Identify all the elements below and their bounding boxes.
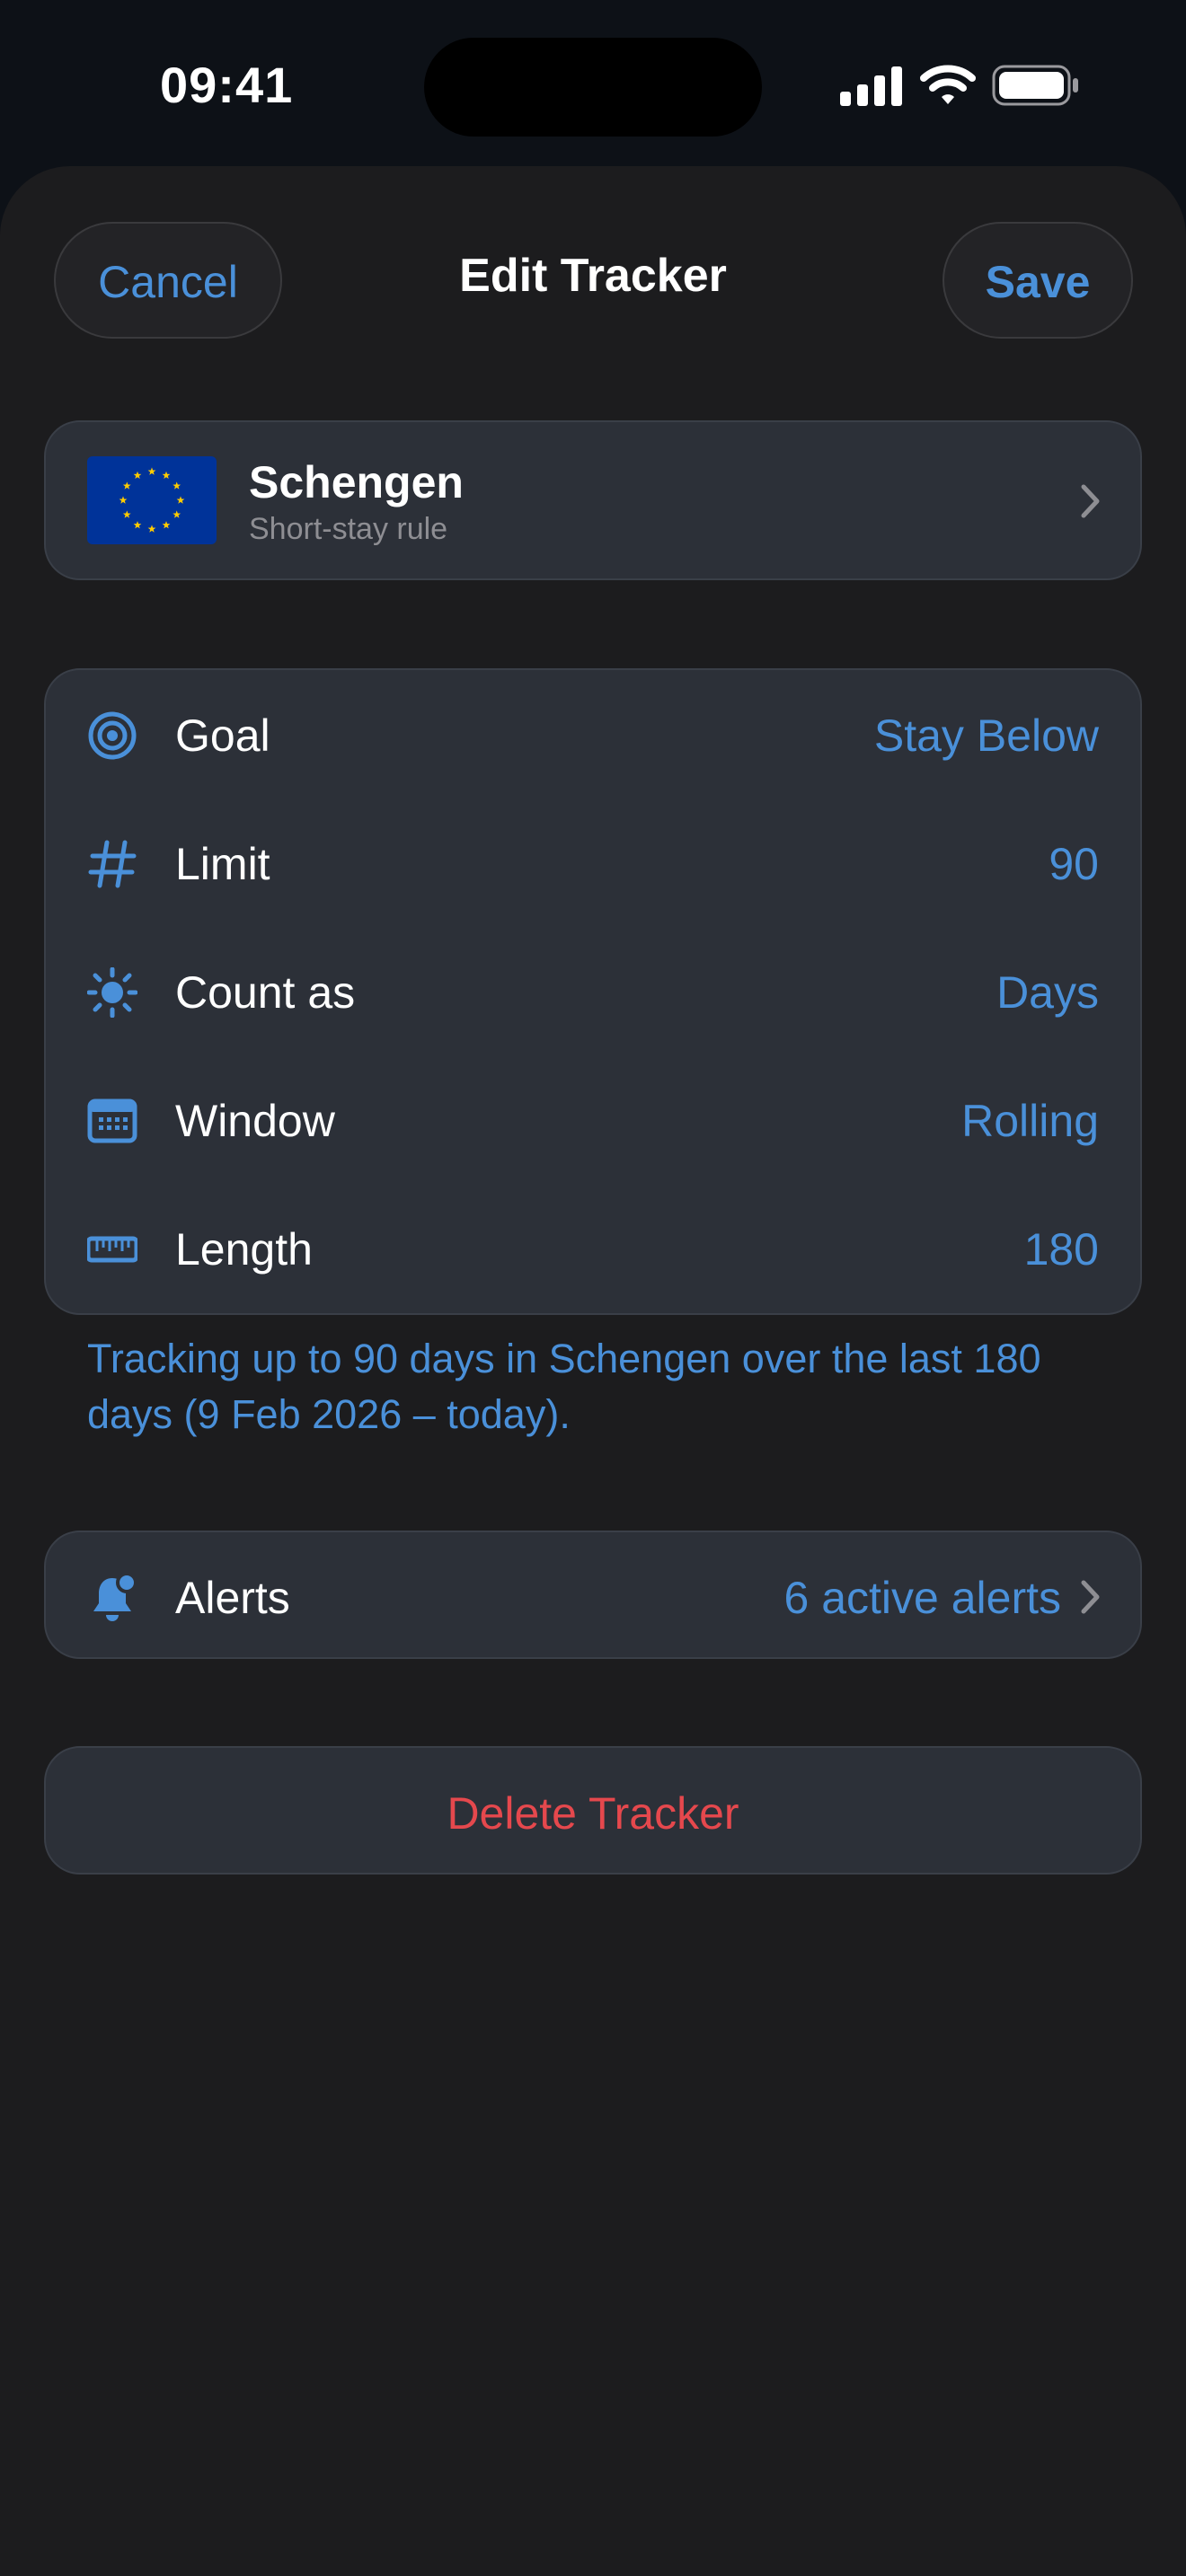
tracker-summary: Tracking up to 90 days in Schengen over …: [87, 1336, 1041, 1437]
count-as-label: Count as: [175, 967, 356, 1018]
region-subtitle: Short-stay rule: [249, 512, 448, 546]
status-icons: [840, 63, 1083, 108]
flag-star: [122, 510, 131, 518]
chevron-right-icon: [1081, 1580, 1100, 1614]
wifi-icon: [920, 65, 976, 104]
length-row[interactable]: Length 180: [46, 1184, 1140, 1312]
bell-badge-icon: [93, 1573, 137, 1621]
flag-star: [133, 521, 142, 529]
flag-star: [133, 471, 142, 480]
flag-star: [173, 510, 181, 518]
limit-row[interactable]: Limit 90: [46, 798, 1140, 927]
delete-tracker-button[interactable]: Delete Tracker: [44, 1746, 1142, 1875]
flag-star: [147, 467, 156, 475]
hash-icon: [88, 840, 137, 888]
window-value[interactable]: Rolling: [650, 1095, 1099, 1147]
ruler-icon: [87, 1236, 137, 1263]
alerts-row-content: Alerts 6 active alerts: [46, 1532, 1140, 1661]
battery-icon: [992, 65, 1078, 106]
count-as-row[interactable]: Count as Days: [46, 927, 1140, 1055]
goal-value[interactable]: Stay Below: [650, 710, 1099, 762]
limit-value[interactable]: 90: [650, 838, 1099, 890]
eu-flag-icon: [87, 456, 217, 544]
status-time: 09:41: [160, 57, 294, 113]
calendar-icon: [87, 1098, 137, 1143]
limit-label: Limit: [175, 839, 270, 889]
tracker-settings: Goal Stay Below Limit 90 Count as Days W…: [44, 668, 1142, 1315]
window-label: Window: [175, 1096, 335, 1146]
edit-tracker-sheet: Cancel Edit Tracker Save Schengen Short-…: [0, 166, 1186, 2576]
window-row[interactable]: Window Rolling: [46, 1055, 1140, 1184]
status-bar: 09:41: [0, 0, 1186, 166]
flag-star: [147, 525, 156, 533]
flag-star: [162, 471, 171, 480]
alerts-count: 6 active alerts: [783, 1573, 1061, 1623]
delete-tracker-label: Delete Tracker: [447, 1788, 739, 1839]
signal-icon: [840, 65, 1078, 106]
sun-icon: [87, 967, 137, 1018]
goal-label: Goal: [175, 710, 270, 761]
count-as-value[interactable]: Days: [650, 966, 1099, 1019]
flag-star: [119, 496, 128, 504]
page-title: Edit Tracker: [459, 250, 727, 302]
region-name: Schengen: [249, 457, 464, 507]
length-label: Length: [175, 1224, 313, 1275]
flag-star: [162, 521, 171, 529]
chevron-right-icon: [1081, 484, 1100, 518]
cancel-button[interactable]: Cancel: [54, 222, 282, 339]
length-value[interactable]: 180: [650, 1223, 1099, 1275]
alerts-label: Alerts: [175, 1573, 290, 1623]
flag-star: [176, 496, 185, 504]
dynamic-island: [424, 38, 762, 137]
alerts-row[interactable]: Alerts 6 active alerts: [44, 1531, 1142, 1659]
goal-row[interactable]: Goal Stay Below: [46, 670, 1140, 798]
target-icon: [88, 711, 137, 760]
flag-star: [122, 481, 131, 490]
flag-star: [173, 481, 181, 490]
save-button[interactable]: Save: [943, 222, 1133, 339]
region-selector[interactable]: Schengen Short-stay rule: [44, 420, 1142, 580]
